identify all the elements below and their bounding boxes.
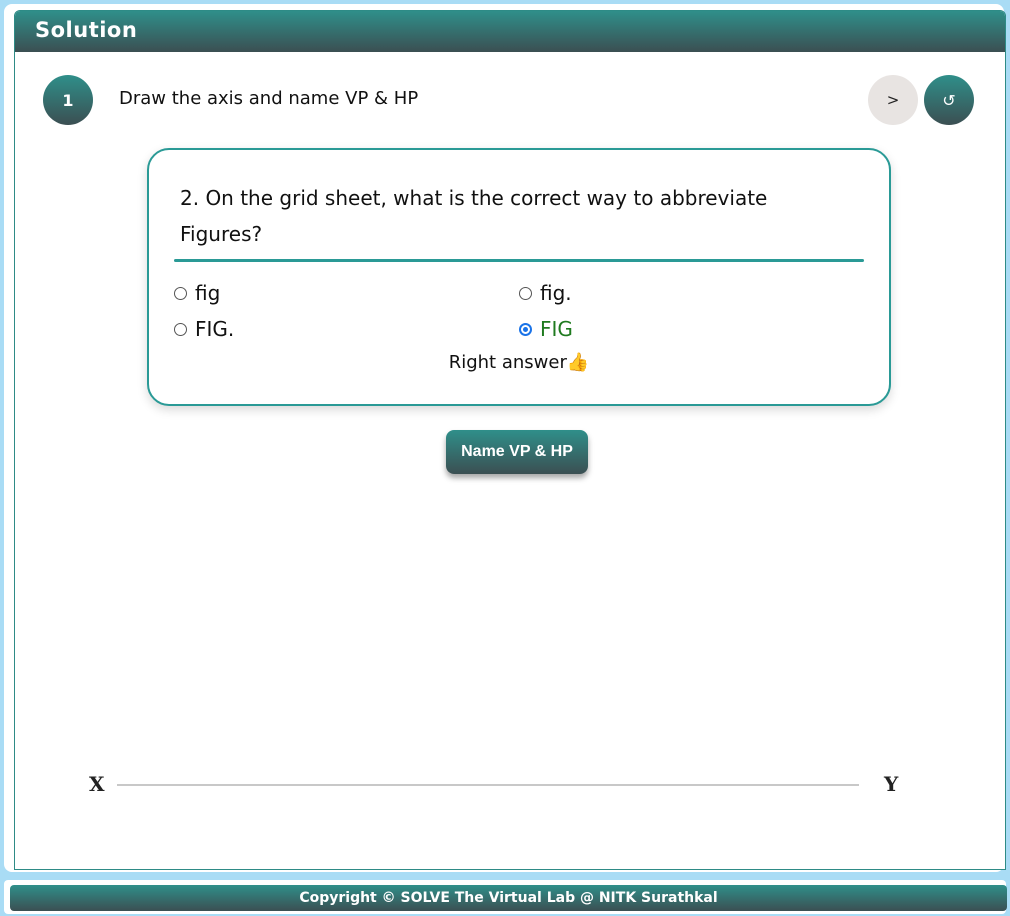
footer-bar: Copyright © SOLVE The Virtual Lab @ NITK…: [10, 885, 1007, 911]
radio-button[interactable]: [519, 286, 532, 300]
step-instruction: Draw the axis and name VP & HP: [119, 88, 419, 109]
thumbs-up-icon: 👍: [566, 352, 590, 373]
option-label: FIG.: [195, 317, 235, 341]
step-number-badge: 1: [43, 75, 93, 125]
quiz-card: 2. On the grid sheet, what is the correc…: [147, 148, 891, 406]
radio-button[interactable]: [174, 286, 187, 300]
solution-panel: Solution 1 Draw the axis and name VP & H…: [14, 10, 1006, 870]
page-container: Solution 1 Draw the axis and name VP & H…: [4, 4, 1006, 872]
quiz-divider: [174, 259, 864, 262]
panel-header: Solution: [15, 11, 1005, 52]
option-fig-caps-dot[interactable]: FIG.: [174, 317, 234, 341]
radio-button-selected[interactable]: [519, 322, 532, 336]
panel-title: Solution: [35, 18, 138, 42]
option-fig[interactable]: fig: [174, 281, 220, 305]
axis-label-x: X: [89, 772, 105, 796]
xy-axis-line: [117, 784, 859, 786]
reset-button[interactable]: ↺: [924, 75, 974, 125]
option-fig-caps[interactable]: FIG: [519, 317, 573, 341]
copyright-text: Copyright © SOLVE The Virtual Lab @ NITK…: [299, 890, 718, 906]
feedback-text: Right answer: [448, 352, 567, 373]
next-step-button[interactable]: >: [868, 75, 918, 125]
footer-container: Copyright © SOLVE The Virtual Lab @ NITK…: [4, 880, 1007, 914]
answer-feedback: Right answer👍: [149, 352, 889, 373]
axis-label-y: Y: [884, 772, 899, 796]
reset-icon: ↺: [942, 90, 956, 110]
option-label: fig: [195, 281, 221, 305]
option-label: fig.: [540, 281, 572, 305]
quiz-question: 2. On the grid sheet, what is the correc…: [180, 186, 768, 246]
option-label-correct: FIG: [540, 317, 573, 341]
name-vp-hp-button[interactable]: Name VP & HP: [446, 430, 588, 474]
radio-button[interactable]: [174, 322, 187, 336]
option-fig-dot[interactable]: fig.: [519, 281, 572, 305]
